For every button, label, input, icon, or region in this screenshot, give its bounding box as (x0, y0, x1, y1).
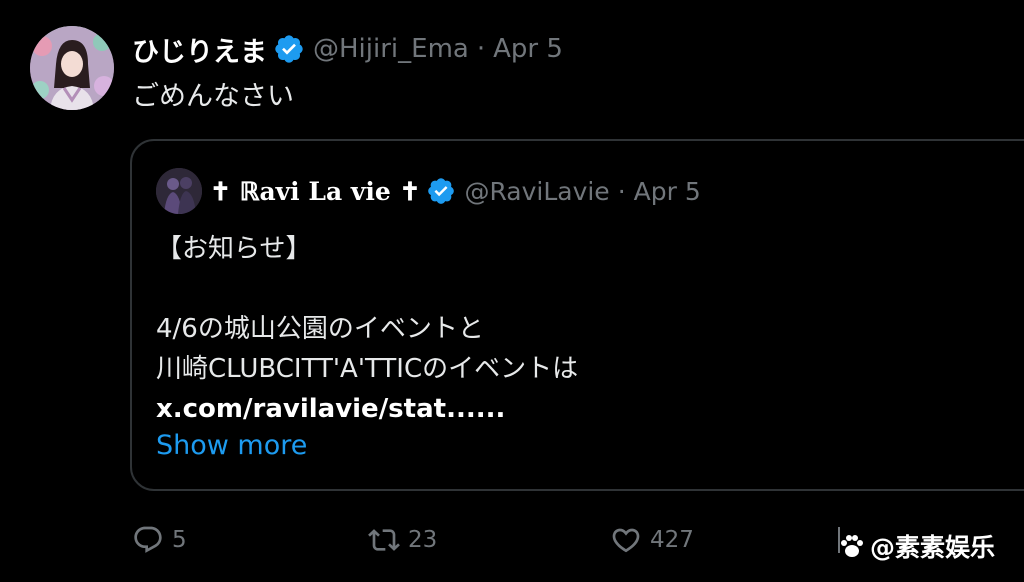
quoted-text-line: 川崎CLUBCITT'A'TTICのイベントは (156, 354, 579, 384)
tweet-header: ひじりえま @Hijiri_Ema · Apr 5 (132, 27, 563, 71)
quoted-author-handle[interactable]: @RaviLavie (464, 177, 609, 206)
quoted-tweet-card[interactable]: ✝ ℝavi La vie ✝ @RaviLavie · Apr 5 【お知らせ… (130, 139, 1024, 491)
quoted-text-link[interactable]: x.com/ravilavie/stat...... (156, 389, 578, 429)
quoted-author-avatar[interactable] (156, 168, 202, 214)
separator-dot: · (476, 34, 486, 64)
quoted-tweet-date[interactable]: Apr 5 (634, 177, 701, 206)
paw-icon (841, 535, 863, 557)
quoted-author-avatar-image (156, 168, 202, 214)
tweet-text: ごめんなさい (132, 81, 294, 112)
quoted-tweet-header: ✝ ℝavi La vie ✝ @RaviLavie · Apr 5 (156, 167, 701, 215)
quoted-author-display-name[interactable]: ✝ ℝavi La vie ✝ (210, 177, 420, 206)
quoted-text-line: 【お知らせ】 (156, 234, 312, 264)
author-avatar[interactable] (30, 26, 114, 110)
reply-count: 5 (172, 527, 187, 553)
retweet-button[interactable]: 23 (368, 518, 437, 562)
like-count: 427 (650, 527, 694, 553)
author-handle[interactable]: @Hijiri_Ema (313, 34, 469, 64)
author-avatar-image (30, 26, 114, 110)
reply-icon (134, 526, 162, 553)
show-more-link[interactable]: Show more (156, 430, 307, 461)
tweet-date[interactable]: Apr 5 (493, 34, 563, 64)
watermark-text: @素素娱乐 (870, 533, 996, 562)
separator-dot: · (617, 176, 626, 206)
retweet-count: 23 (408, 527, 438, 553)
author-display-name[interactable]: ひじりえま (132, 30, 267, 69)
verified-badge-icon[interactable] (273, 33, 305, 65)
heart-icon (612, 528, 640, 553)
quoted-verified-badge-icon[interactable] (426, 176, 456, 206)
reply-button[interactable]: 5 (132, 518, 187, 562)
tweet[interactable]: ひじりえま @Hijiri_Ema · Apr 5 ごめんなさい ✝ ℝavi … (0, 0, 1024, 582)
quoted-text-blank-line (156, 269, 578, 309)
retweet-icon (368, 529, 400, 551)
like-button[interactable]: 427 (610, 518, 694, 562)
quoted-tweet-text: 【お知らせ】 4/6の城山公園のイベントと 川崎CLUBCITT'A'TTICの… (156, 229, 578, 429)
watermark: @素素娱乐 (838, 526, 995, 566)
quoted-text-line: 4/6の城山公園のイベントと (156, 314, 484, 344)
